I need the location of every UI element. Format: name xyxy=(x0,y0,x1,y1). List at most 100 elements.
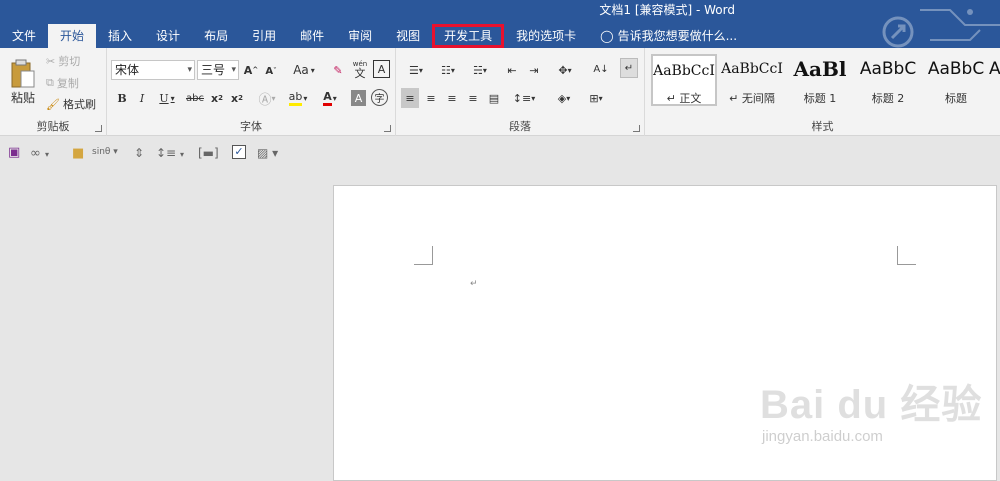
increase-indent-icon[interactable]: ⇥ xyxy=(524,60,544,80)
copy-label: 复制 xyxy=(56,77,79,90)
font-color-button[interactable]: A ▾ xyxy=(317,88,343,108)
paragraph-group-label: 段落 xyxy=(509,120,531,133)
tab-my-tab[interactable]: 我的选项卡 xyxy=(504,24,588,48)
tab-file[interactable]: 文件 xyxy=(0,24,48,48)
borders-button[interactable]: ⊞ ▾ xyxy=(582,88,610,108)
cut-label: 剪切 xyxy=(58,55,81,68)
borders-icon: ⊞ xyxy=(589,91,599,105)
change-case-label: Aa xyxy=(293,63,309,77)
ribbon: 粘贴 ✂剪切 ⧉复制 🖌格式刷 剪贴板 宋体 三号 A^ Aˇ Aa▾ ✎ wé… xyxy=(0,48,1000,136)
ribbon-tabs: 文件 开始 插入 设计 布局 引用 邮件 审阅 视图 开发工具 我的选项卡 ◯ … xyxy=(0,24,749,48)
phonetic-guide-char: 文 xyxy=(354,67,366,80)
folder-icon[interactable]: ■ xyxy=(72,146,84,161)
font-launcher-icon[interactable] xyxy=(384,125,391,132)
phonetic-guide-button[interactable]: wén 文 xyxy=(351,57,369,81)
scissors-icon: ✂ xyxy=(46,54,56,68)
underline-button[interactable]: U ▾ xyxy=(155,88,179,108)
style-more[interactable]: A xyxy=(989,54,1000,106)
clear-format-icon[interactable]: ✎ xyxy=(329,60,347,80)
save-icon[interactable]: ▣ xyxy=(8,145,20,160)
line-spacing-icon: ↕≡ xyxy=(512,91,532,105)
paragraph-mark: ↵ xyxy=(470,279,478,289)
tab-review[interactable]: 审阅 xyxy=(336,24,384,48)
subscript-button[interactable]: x2 xyxy=(209,88,225,108)
tab-references[interactable]: 引用 xyxy=(240,24,288,48)
style-heading-2-name: 标题 2 xyxy=(871,92,905,105)
line-spacing-qat-icon[interactable]: ↕≡ ▾ xyxy=(156,146,184,160)
cut-button[interactable]: ✂ 剪切 xyxy=(46,53,80,69)
clipboard-launcher-icon[interactable] xyxy=(95,125,102,132)
picture-control-icon[interactable]: ▨ ▾ xyxy=(257,146,278,160)
tab-mailings[interactable]: 邮件 xyxy=(288,24,336,48)
style-no-spacing-name: ↵ 无间隔 xyxy=(729,92,775,105)
margin-corner-top-right xyxy=(897,246,916,265)
bullets-button[interactable]: ☰ ▾ xyxy=(402,60,430,80)
asian-layout-button[interactable]: ✥ ▾ xyxy=(552,60,578,80)
tab-design[interactable]: 设计 xyxy=(144,24,192,48)
bracket-field-icon[interactable]: [▬] xyxy=(198,146,219,160)
font-group: 宋体 三号 A^ Aˇ Aa▾ ✎ wén文 A B I U▾ abc x2 x… xyxy=(107,48,396,136)
line-spacing-button[interactable]: ↕≡ ▾ xyxy=(510,88,538,108)
justify-icon[interactable]: ≡ xyxy=(464,88,482,108)
shrink-font-icon[interactable]: Aˇ xyxy=(263,62,279,80)
lightbulb-icon: ◯ xyxy=(600,29,614,43)
title-bar: 文档1 [兼容模式] - Word 文件 开始 插入 设计 布局 引用 邮件 审… xyxy=(0,0,1000,48)
format-painter-label: 格式刷 xyxy=(62,98,96,111)
checkbox-control-icon[interactable]: ✓ xyxy=(232,145,246,159)
enclose-char-button[interactable]: 字 xyxy=(371,89,388,106)
paste-label: 粘贴 xyxy=(10,90,35,105)
strikethrough-button[interactable]: abc xyxy=(185,88,205,108)
font-name-select[interactable]: 宋体 xyxy=(111,60,195,80)
bold-button[interactable]: B xyxy=(115,88,129,108)
style-no-spacing-preview: AaBbCcI xyxy=(721,61,783,77)
equation-button[interactable]: ∞ ▾ xyxy=(30,146,49,161)
numbering-button[interactable]: ☷ ▾ xyxy=(434,60,462,80)
style-title[interactable]: AaBbC 标题 xyxy=(923,54,989,106)
paragraph-launcher-icon[interactable] xyxy=(633,125,640,132)
multilevel-list-icon: ☵ xyxy=(473,63,483,77)
align-left-icon[interactable]: ≡ xyxy=(401,88,419,108)
grow-font-icon[interactable]: A ^ xyxy=(243,60,259,80)
distributed-icon[interactable]: ▤ xyxy=(485,88,503,108)
format-painter-button[interactable]: 🖌 格式刷 xyxy=(46,96,96,112)
style-heading-1[interactable]: AaBl 标题 1 xyxy=(787,54,853,106)
align-right-icon[interactable]: ≡ xyxy=(443,88,461,108)
copy-button[interactable]: ⧉ 复制 xyxy=(46,75,79,91)
show-marks-icon[interactable]: ↵ xyxy=(620,58,638,78)
tab-insert[interactable]: 插入 xyxy=(96,24,144,48)
style-no-spacing[interactable]: AaBbCcI ↵ 无间隔 xyxy=(719,54,785,106)
char-border-button[interactable]: A xyxy=(373,60,390,78)
sort-icon[interactable]: A↓ xyxy=(592,58,610,80)
highlighter-icon: ab xyxy=(288,90,303,106)
char-shading-button[interactable]: A xyxy=(351,90,366,106)
styles-group-label: 样式 xyxy=(811,120,834,133)
spacing-icon[interactable]: ⇕ xyxy=(134,146,144,160)
tell-me-text: 告诉我您想要做什么... xyxy=(617,29,738,43)
style-normal-name: ↵ 正文 xyxy=(666,92,702,105)
font-group-label: 字体 xyxy=(240,120,262,133)
quick-access-toolbar: ▣ ∞ ▾ ■ sinθ ▾ ⇕ ↕≡ ▾ [▬] ✓ ▨ ▾ xyxy=(0,137,1000,169)
tab-view[interactable]: 视图 xyxy=(384,24,432,48)
tab-layout[interactable]: 布局 xyxy=(192,24,240,48)
italic-button[interactable]: I xyxy=(135,88,149,108)
change-case-button[interactable]: Aa ▾ xyxy=(289,60,319,80)
multilevel-list-button[interactable]: ☵ ▾ xyxy=(466,60,494,80)
tell-me-box[interactable]: ◯ 告诉我您想要做什么... xyxy=(588,24,749,48)
window-title: 文档1 [兼容模式] - Word xyxy=(599,3,735,17)
numbering-icon: ☷ xyxy=(441,63,451,77)
superscript-button[interactable]: x2 xyxy=(229,88,245,108)
style-heading-2[interactable]: AaBbC 标题 2 xyxy=(855,54,921,106)
align-center-icon[interactable]: ≡ xyxy=(422,88,440,108)
font-size-select[interactable]: 三号 xyxy=(197,60,239,80)
highlight-color-button[interactable]: ab ▾ xyxy=(285,88,311,108)
clipboard-group: 粘贴 ✂ 剪切 ⧉ 复制 🖌 格式刷 剪贴板 xyxy=(0,48,107,136)
paste-button[interactable]: 粘贴 xyxy=(6,54,40,110)
tab-home[interactable]: 开始 xyxy=(48,24,97,48)
brush-icon: 🖌 xyxy=(46,97,60,111)
shading-button[interactable]: ◈ ▾ xyxy=(550,88,578,108)
sin-button[interactable]: sinθ ▾ xyxy=(92,147,118,157)
decrease-indent-icon[interactable]: ⇤ xyxy=(502,60,522,80)
style-normal[interactable]: AaBbCcI ↵ 正文 xyxy=(651,54,717,106)
tab-developer[interactable]: 开发工具 xyxy=(432,24,505,48)
text-effects-button[interactable]: Ⓐ ▾ xyxy=(255,88,279,108)
